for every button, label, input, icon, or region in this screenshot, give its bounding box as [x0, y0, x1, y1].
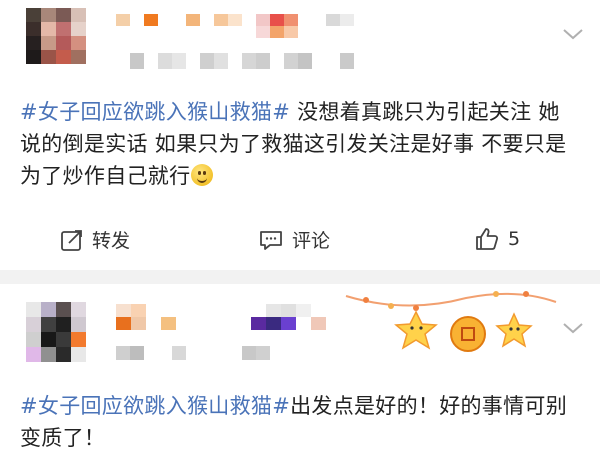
chevron-down-icon[interactable] — [562, 26, 584, 42]
topic-link[interactable]: #女子回应欲跳入猴山救猫# — [20, 100, 290, 124]
comment-label: 评论 — [292, 230, 331, 252]
chevron-down-icon[interactable] — [562, 320, 584, 336]
post-card-1: #女子回应欲跳入猴山救猫# 没想着真跳只为引起关注 她说的倒是实话 如果只为了救… — [0, 0, 600, 270]
avatar[interactable] — [26, 8, 86, 64]
repost-button[interactable]: 转发 — [60, 226, 130, 253]
like-button[interactable]: 5 — [474, 226, 520, 252]
timestamp-redacted — [130, 53, 354, 69]
username-redacted[interactable] — [116, 14, 368, 38]
timestamp-redacted — [116, 346, 284, 360]
repost-label: 转发 — [92, 230, 131, 252]
post-text: #女子回应欲跳入猴山救猫#出发点是好的！好的事情可别变质了！ — [20, 390, 576, 454]
smile-emoji-icon — [191, 164, 214, 186]
avatar[interactable] — [26, 302, 86, 362]
share-icon — [61, 229, 82, 251]
post-separator — [0, 270, 600, 284]
post-card-2: #女子回应欲跳入猴山救猫#出发点是好的！好的事情可别变质了！ — [0, 284, 600, 472]
festive-decoration — [345, 291, 557, 352]
like-count: 5 — [508, 228, 521, 250]
topic-link[interactable]: #女子回应欲跳入猴山救猫# — [20, 394, 290, 418]
username-redacted[interactable] — [116, 304, 356, 330]
post-text: #女子回应欲跳入猴山救猫# 没想着真跳只为引起关注 她说的倒是实话 如果只为了救… — [20, 96, 576, 192]
comment-icon — [260, 230, 282, 250]
comment-button[interactable]: 评论 — [258, 226, 330, 253]
thumbs-up-icon — [476, 228, 499, 250]
